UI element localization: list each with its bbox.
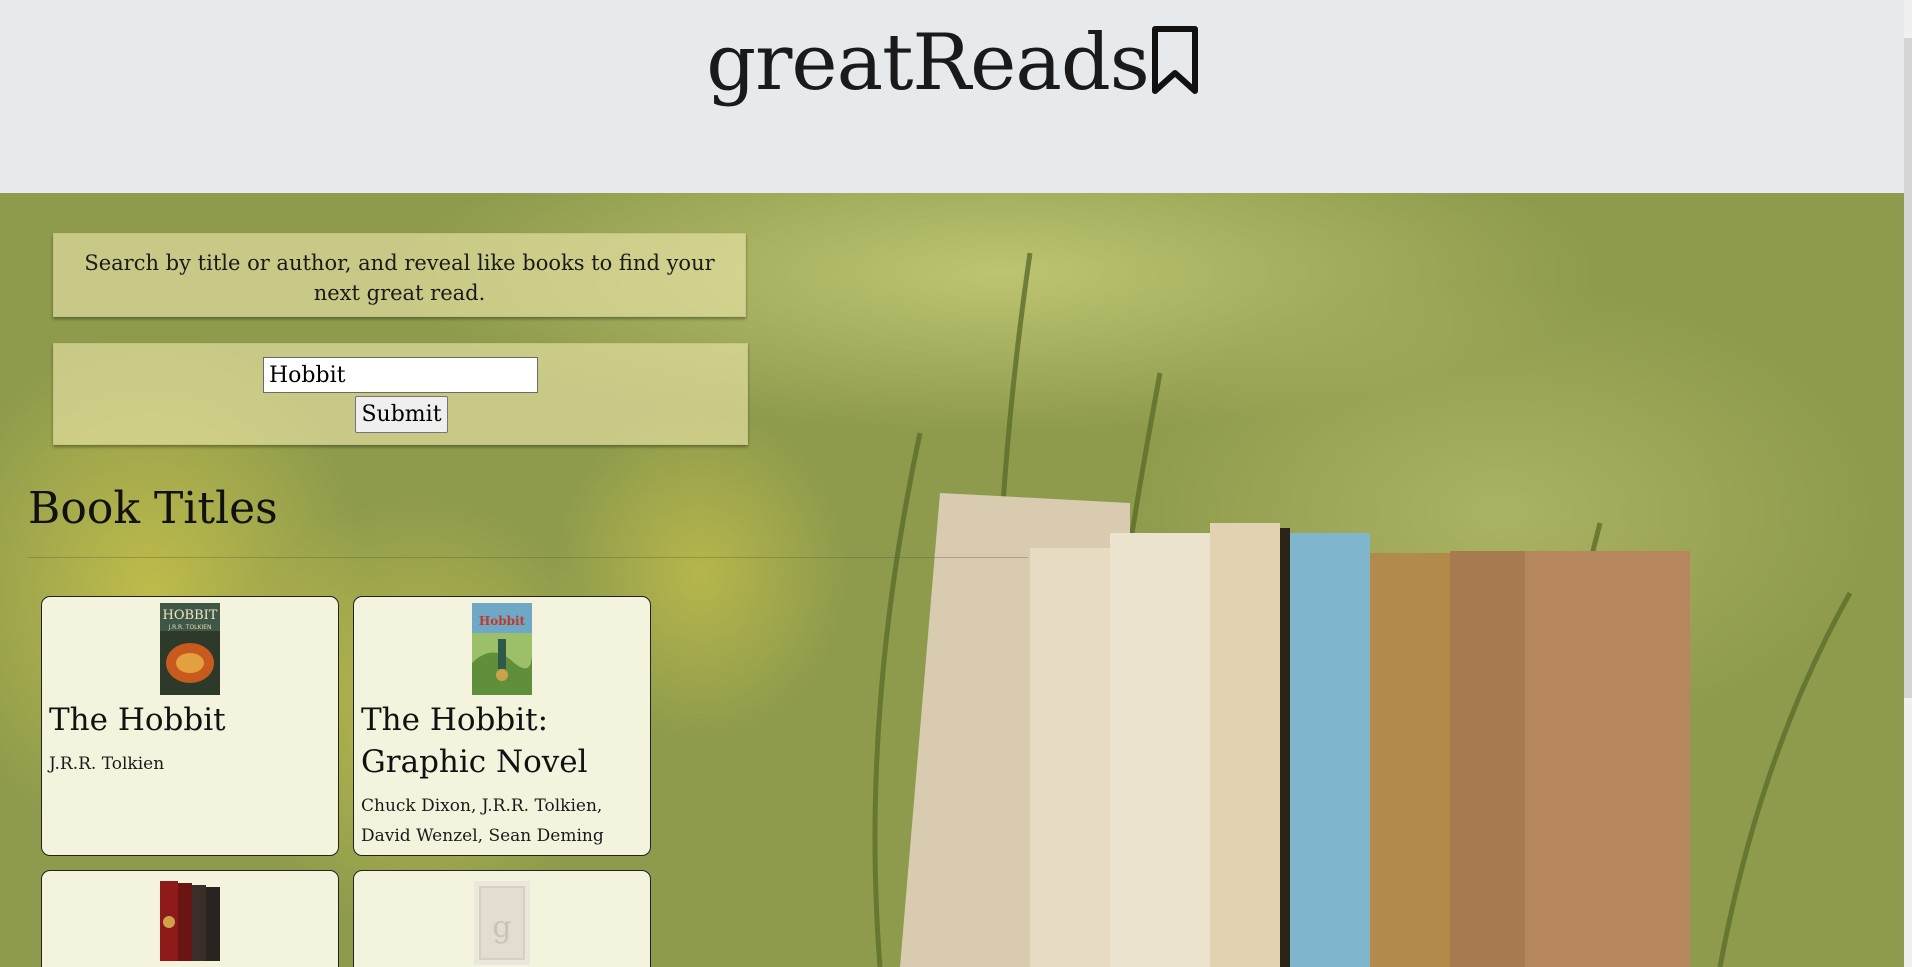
site-header: greatReads	[0, 0, 1912, 193]
book-card[interactable]: HOBBIT J.R.R. TOLKIEN The Hobbit J.R.R. …	[41, 596, 339, 856]
book-titles-heading: Book Titles	[28, 483, 278, 534]
svg-text:J.R.R. TOLKIEN: J.R.R. TOLKIEN	[167, 624, 211, 631]
submit-button[interactable]: Submit	[355, 396, 448, 433]
book-cover-image	[160, 877, 220, 967]
hero-section: Search by title or author, and reveal li…	[0, 193, 1904, 967]
book-title[interactable]: The Hobbit	[49, 699, 331, 741]
svg-text:Hobbit: Hobbit	[479, 614, 526, 628]
site-logo[interactable]: greatReads	[0, 18, 1905, 114]
book-cover-image: Hobbit	[472, 603, 532, 695]
logo-text: greatReads	[706, 18, 1150, 108]
search-input[interactable]	[263, 357, 538, 393]
divider	[28, 557, 1028, 558]
search-form: Submit	[53, 343, 748, 445]
scrollbar-thumb[interactable]	[1904, 38, 1912, 698]
books-illustration	[900, 493, 1690, 967]
intro-panel: Search by title or author, and reveal li…	[53, 233, 746, 317]
book-authors: Chuck Dixon, J.R.R. Tolkien, David Wenze…	[361, 796, 604, 846]
book-title[interactable]: The Hobbit: Graphic Novel	[361, 699, 643, 783]
book-card[interactable]	[41, 870, 339, 967]
intro-text: Search by title or author, and reveal li…	[84, 251, 715, 305]
svg-text:g: g	[492, 910, 511, 945]
placeholder-cover-image: g	[474, 881, 530, 965]
svg-text:HOBBIT: HOBBIT	[163, 608, 218, 623]
book-cover-image: HOBBIT J.R.R. TOLKIEN	[160, 603, 220, 695]
book-card[interactable]: Hobbit The Hobbit: Graphic Novel Chuck D…	[353, 596, 651, 856]
book-authors: J.R.R. Tolkien	[49, 754, 165, 774]
bookmark-icon	[1151, 24, 1199, 114]
book-card[interactable]: g	[353, 870, 651, 967]
